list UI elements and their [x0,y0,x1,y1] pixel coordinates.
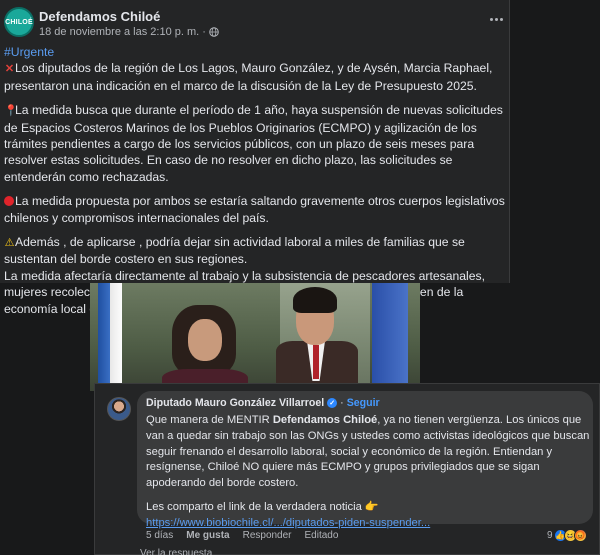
comment-bubble: Diputado Mauro González Villarroel ✓ · S… [137,391,593,529]
flag-image [372,283,408,391]
comment-share-line: Les comparto el link de la verdadera not… [146,500,379,513]
red-circle-emoji-icon [4,196,14,207]
commenter-name-link[interactable]: Diputado Mauro González Villarroel [146,397,324,409]
post-header: CHILOÉ Defendamos Chiloé 18 de noviembre… [0,0,510,44]
post-paragraph: La medida propuesta por ambos se estaría… [4,194,505,225]
follow-button[interactable]: Seguir [347,397,380,409]
page-avatar[interactable]: CHILOÉ [4,7,34,37]
warning-emoji-icon: ⚠ [4,237,15,250]
post-meta: 18 de noviembre a las 2:10 p. m. · [39,26,219,38]
hashtag-link[interactable]: #Urgente [4,44,509,60]
post-paragraph: ✕Los diputados de la región de Los Lagos… [4,61,493,93]
angry-reaction-icon: 😡 [573,529,587,542]
facebook-post: CHILOÉ Defendamos Chiloé 18 de noviembre… [0,0,510,316]
red-x-emoji-icon: ✕ [4,63,15,76]
post-body: #Urgente ✕Los diputados de la región de … [4,44,509,317]
separator: · [340,397,344,409]
comment-panel: Diputado Mauro González Villarroel ✓ · S… [94,383,600,555]
reactions-summary[interactable]: 9 👍 😆 😡 [547,529,587,542]
comment-actions: 5 días Me gusta Responder Editado [146,530,338,541]
pointing-right-emoji-icon: 👉 [364,500,379,513]
flag-image [98,283,122,391]
commenter-line: Diputado Mauro González Villarroel ✓ · S… [146,397,380,409]
verified-badge-icon: ✓ [327,398,338,408]
commenter-avatar[interactable] [107,397,131,421]
post-timestamp[interactable]: 18 de noviembre a las 2:10 p. m. [39,26,199,38]
comment-text: Que manera de MENTIR Defendamos Chiloé, … [146,413,590,532]
reply-button[interactable]: Responder [243,530,292,541]
post-photo[interactable] [90,283,420,391]
edited-label[interactable]: Editado [305,530,339,541]
like-button[interactable]: Me gusta [186,530,229,541]
view-replies-link[interactable]: Ver la respuesta [140,548,212,555]
globe-icon [209,27,219,37]
post-paragraph: ⚠Además , de aplicarse , podría dejar si… [4,235,465,267]
more-options-icon[interactable] [486,12,506,26]
mentioned-page-link[interactable]: Defendamos Chiloé [273,414,377,426]
post-paragraph: 📍La medida busca que durante el período … [4,103,503,184]
reaction-count: 9 [547,530,553,541]
comment-time[interactable]: 5 días [146,530,173,541]
page-name-link[interactable]: Defendamos Chiloé [39,9,160,24]
pushpin-emoji-icon: 📍 [4,105,18,118]
